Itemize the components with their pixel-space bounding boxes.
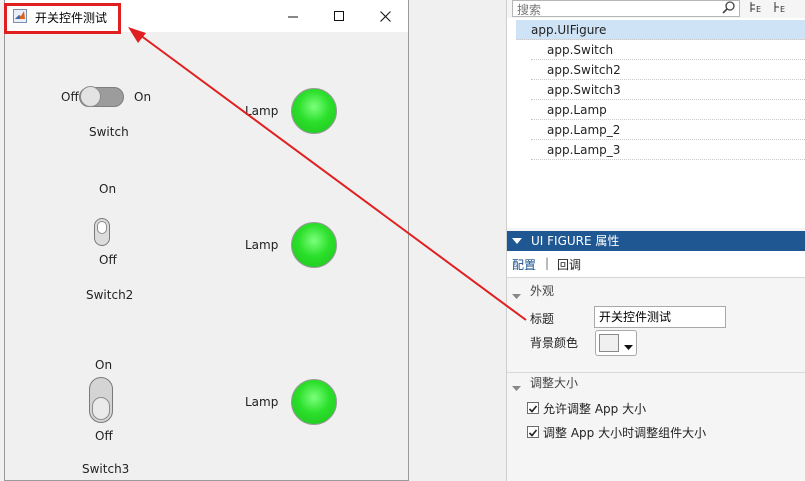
- annotation-arrow: [128, 27, 527, 321]
